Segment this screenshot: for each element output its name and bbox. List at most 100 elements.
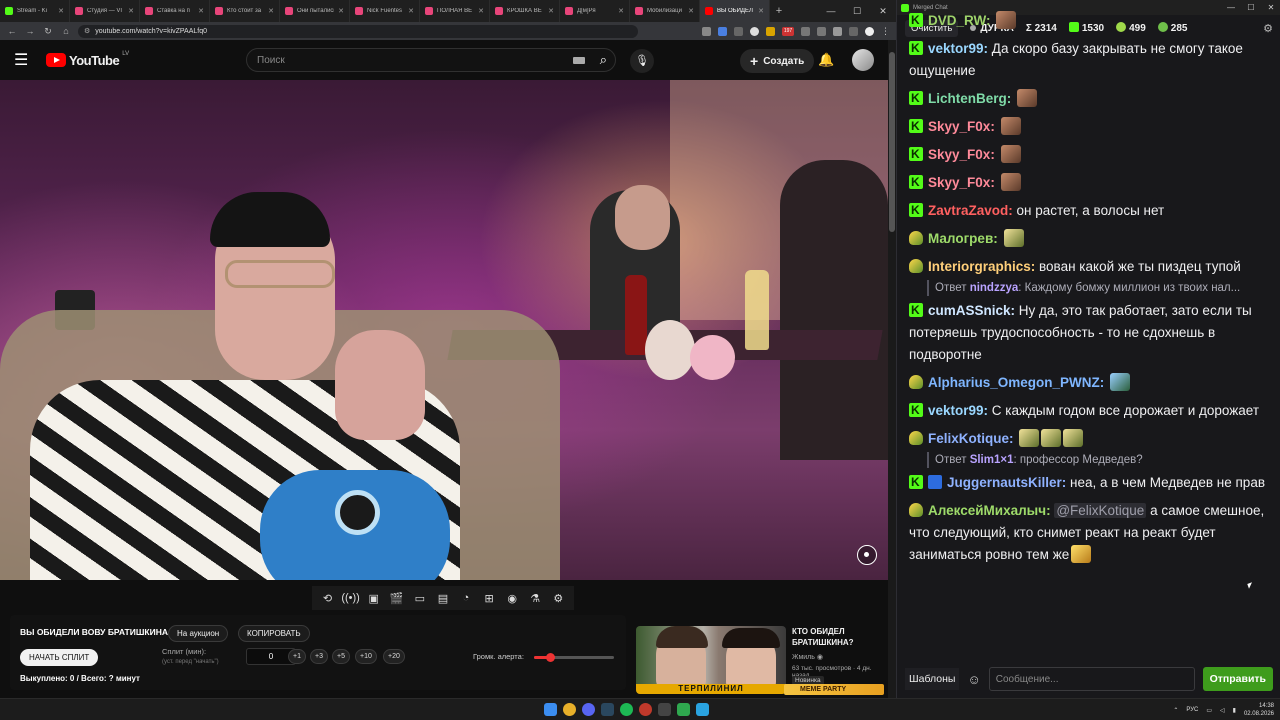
chat-username[interactable]: FelixKotique	[928, 431, 1009, 446]
puzzle-icon[interactable]	[817, 26, 826, 36]
create-button[interactable]: + Создать	[740, 49, 815, 73]
step-button-1[interactable]: +1	[288, 649, 306, 664]
copy-button[interactable]: КОПИРОВАТЬ	[238, 625, 310, 642]
chat-message[interactable]: ZavtraZavod: он растет, а волосы нет	[909, 199, 1269, 222]
browser-tab[interactable]: Они пытались ✕	[280, 0, 350, 22]
tab-close-icon[interactable]: ✕	[758, 7, 764, 15]
start-icon[interactable]	[544, 703, 557, 716]
emote-icon[interactable]	[1063, 429, 1084, 447]
page-scrollbar[interactable]	[888, 40, 896, 698]
sidepanel-icon[interactable]	[849, 26, 858, 36]
youtube-logo[interactable]: YouTube LV	[46, 51, 129, 68]
message-input[interactable]: Сообщение...	[988, 667, 1195, 691]
chat-username[interactable]: ZavtraZavod	[928, 203, 1008, 218]
network-icon[interactable]: ▭	[1206, 707, 1212, 714]
to-auction-button[interactable]: На аукцион	[168, 625, 229, 642]
chat-messages[interactable]: DVD_RW: vektor99: Да скоро базу закрыват…	[897, 10, 1280, 638]
chat-username[interactable]: cumASSnick	[928, 303, 1011, 318]
crop-icon[interactable]: ▭	[410, 592, 430, 605]
chat-username[interactable]: АлексейМихалыч	[928, 503, 1046, 518]
url-field[interactable]: ⚙ youtube.com/watch?v=kivZPAALfq0	[78, 24, 638, 38]
step-button-10[interactable]: +10	[355, 649, 377, 664]
tab-close-icon[interactable]: ✕	[478, 7, 484, 15]
volume-slider-knob[interactable]	[546, 653, 555, 662]
chat-username[interactable]: vektor99	[928, 403, 984, 418]
avatar[interactable]	[852, 49, 874, 71]
extension-icon[interactable]	[801, 26, 810, 36]
back-icon[interactable]: ←	[6, 26, 18, 36]
volume-slider[interactable]	[534, 653, 614, 662]
browser-tab[interactable]: КРОШКА ВЕ ✕	[490, 0, 560, 22]
chat-message[interactable]: Малогрев:	[909, 228, 1269, 250]
chat-reply-context[interactable]: Ответ nindzzya: Каждому бомжу миллион из…	[927, 280, 1269, 296]
templates-button[interactable]: Шаблоны	[905, 668, 960, 690]
battery-icon[interactable]: ▮	[1233, 707, 1236, 714]
app-icon[interactable]	[658, 703, 671, 716]
flask-icon[interactable]: ⚗	[525, 592, 545, 605]
emote-icon[interactable]	[1000, 145, 1021, 163]
speed-icon[interactable]: ◔	[456, 592, 476, 604]
spotify-icon[interactable]	[620, 703, 633, 716]
browser-tab[interactable]: Nick Fuentes ✕	[350, 0, 420, 22]
chat-username[interactable]: Alpharius_Omegon_PWNZ	[928, 375, 1100, 390]
emote-icon[interactable]	[1000, 173, 1021, 191]
filmstrip-icon[interactable]: ▤	[433, 592, 453, 605]
discord-icon[interactable]	[582, 703, 595, 716]
chat-message[interactable]: АлексейМихалыч: @FelixKotique а самое см…	[909, 500, 1269, 566]
reply-username[interactable]: nindzzya	[970, 282, 1019, 294]
site-info-icon[interactable]: ⚙	[84, 27, 90, 35]
chat-message[interactable]: FelixKotique:	[909, 428, 1269, 450]
emote-icon[interactable]	[1041, 429, 1062, 447]
steam-icon[interactable]	[601, 703, 614, 716]
broadcast-icon[interactable]: ((•))	[341, 592, 361, 604]
kebab-menu-icon[interactable]: ⋮	[881, 26, 890, 36]
browser-tab[interactable]: Студия — VI ✕	[70, 0, 140, 22]
gear-icon[interactable]: ⚙	[548, 592, 568, 605]
bell-icon[interactable]: 🔔	[818, 52, 834, 68]
chat-reply-context[interactable]: Ответ Slim1×1: профессор Медведев?	[927, 452, 1269, 468]
telegram-icon[interactable]	[696, 703, 709, 716]
new-tab-icon[interactable]: +	[770, 5, 788, 17]
search-icon[interactable]: ⌕	[600, 52, 607, 68]
tab-close-icon[interactable]: ✕	[268, 7, 274, 15]
emote-icon[interactable]	[1017, 89, 1038, 107]
emote-icon[interactable]	[1019, 429, 1040, 447]
player-settings-icon[interactable]	[857, 545, 877, 565]
recommended-title[interactable]: КТО ОБИДЕЛ БРАТИШКИНА?	[792, 626, 884, 648]
profile-icon[interactable]	[865, 26, 874, 36]
chat-message[interactable]: Interiorgraphics: вован какой же ты пизд…	[909, 256, 1269, 278]
emote-icon[interactable]	[996, 11, 1017, 29]
step-button-20[interactable]: +20	[383, 649, 405, 664]
chat-username[interactable]: DVD_RW	[928, 13, 986, 28]
camera-icon[interactable]: ◉	[502, 592, 522, 605]
chat-username[interactable]: vektor99	[928, 41, 984, 56]
chat-message[interactable]: DVD_RW:	[909, 10, 1269, 32]
language-indicator[interactable]: РУС	[1186, 707, 1198, 713]
browser-tab[interactable]: Д[м]Ря ✕	[560, 0, 630, 22]
loop-icon[interactable]: ⟲	[318, 592, 338, 605]
tab-close-icon[interactable]: ✕	[58, 7, 64, 15]
clock[interactable]: 14:38 02.08.2026	[1244, 702, 1274, 718]
emoji-icon[interactable]: ☺	[967, 672, 980, 687]
mic-icon[interactable]: 🎙	[630, 49, 654, 73]
chat-message[interactable]: JuggernautsKiller: неа, а в чем Медведев…	[909, 471, 1269, 494]
home-icon[interactable]: ⌂	[60, 26, 72, 36]
bookmark-star-icon[interactable]	[734, 26, 743, 36]
reply-username[interactable]: Slim1×1	[970, 454, 1014, 466]
browser-tab[interactable]: Stream - Ki ✕	[0, 0, 70, 22]
chat-username[interactable]: LichtenBerg	[928, 91, 1007, 106]
tab-close-icon[interactable]: ✕	[198, 7, 204, 15]
chat-message[interactable]: LichtenBerg:	[909, 87, 1269, 110]
browser-tab[interactable]: Кто стоит за ✕	[210, 0, 280, 22]
chat-message[interactable]: vektor99: С каждым годом все дорожает и …	[909, 399, 1269, 422]
download-icon[interactable]	[833, 26, 842, 36]
step-button-3[interactable]: +3	[310, 649, 328, 664]
chat-message[interactable]: Skyy_F0x:	[909, 115, 1269, 138]
emote-icon[interactable]	[1000, 117, 1021, 135]
tab-close-icon[interactable]: ✕	[128, 7, 134, 15]
chat-username[interactable]: JuggernautsKiller	[947, 475, 1062, 490]
emote-icon[interactable]	[1003, 229, 1024, 247]
chat-message[interactable]: Alpharius_Omegon_PWNZ:	[909, 372, 1269, 394]
tab-close-icon[interactable]: ✕	[548, 7, 554, 15]
forward-icon[interactable]: →	[24, 26, 36, 36]
